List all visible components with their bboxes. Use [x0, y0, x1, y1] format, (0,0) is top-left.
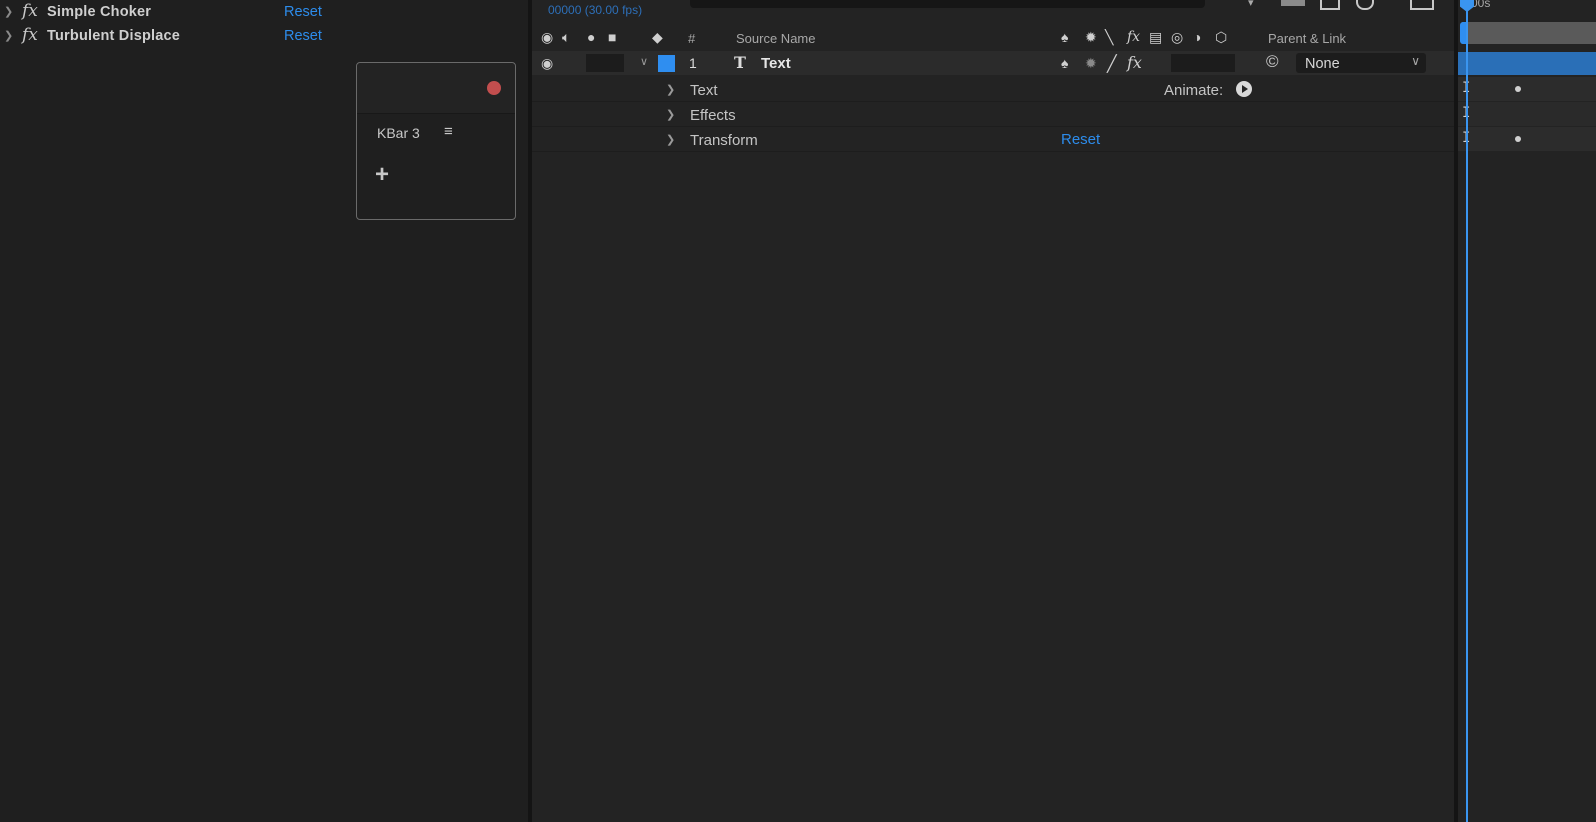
collapse-switch-icon[interactable]: ✹ — [1085, 55, 1097, 72]
audio-icon[interactable]: 🔈︎ — [562, 29, 570, 46]
pickwhip-icon[interactable]: © — [1266, 52, 1279, 72]
expand-chevron-icon[interactable]: ❯ — [4, 29, 13, 42]
animate-label: Animate: — [1164, 82, 1224, 99]
column-parent-link[interactable]: Parent & Link — [1268, 31, 1346, 46]
layer-name[interactable]: Text — [761, 55, 791, 72]
lock-icon[interactable]: ■ — [608, 29, 616, 45]
expand-chevron-icon[interactable]: ❯ — [666, 83, 675, 96]
frame-blend-icon[interactable]: ▤ — [1149, 29, 1162, 46]
expand-chevron-icon[interactable]: ❯ — [4, 5, 13, 18]
draft-3d-icon[interactable] — [1281, 0, 1305, 6]
transform-property-track — [1458, 127, 1596, 151]
layer-switches-block[interactable] — [1171, 54, 1235, 72]
3d-layer-icon[interactable]: ⬡ — [1215, 29, 1227, 46]
effect-name: Turbulent Displace — [47, 28, 181, 44]
timecode-display[interactable]: 00000 (30.00 fps) — [548, 3, 642, 17]
quality-icon[interactable]: ╲ — [1105, 29, 1113, 46]
shy-icon[interactable]: ♠ — [1061, 29, 1068, 45]
effects-property-track — [1458, 102, 1596, 126]
transform-reset-link[interactable]: Reset — [1061, 131, 1100, 148]
effect-row-simple-choker[interactable]: ❯ fx Simple Choker Reset — [0, 1, 528, 25]
reset-link[interactable]: Reset — [284, 28, 322, 44]
eye-icon[interactable]: ◉ — [541, 29, 553, 46]
motion-blur-switch-icon[interactable]: ◎ — [1171, 29, 1183, 46]
solo-icon[interactable]: ● — [587, 29, 595, 45]
keyframe-dot-icon[interactable] — [1515, 136, 1521, 142]
record-indicator-icon — [487, 81, 501, 95]
layer-search-input[interactable] — [690, 0, 1205, 8]
effects-switch-icon[interactable]: fx — [1127, 53, 1142, 72]
kbar-title: KBar 3 — [377, 125, 420, 141]
work-area-bar[interactable] — [1462, 22, 1596, 44]
effect-switch-icon[interactable]: fx — [1127, 29, 1140, 45]
parent-dropdown[interactable]: None ∨ — [1296, 53, 1426, 73]
animate-play-icon[interactable] — [1236, 81, 1252, 97]
expand-chevron-icon[interactable]: ❯ — [666, 133, 675, 146]
kbar-panel: KBar 3 ≡ + — [356, 62, 516, 220]
text-property-track — [1458, 77, 1596, 101]
property-label-text: Text — [690, 82, 718, 99]
effect-row-turbulent-displace[interactable]: ❯ fx Turbulent Displace Reset — [0, 25, 528, 49]
frame-blending-icon[interactable] — [1320, 0, 1340, 10]
column-source-name[interactable]: Source Name — [736, 31, 815, 46]
text-layer-icon: T — [734, 53, 746, 72]
layer-duration-bar[interactable] — [1458, 52, 1596, 75]
keyframe-dot-icon[interactable] — [1515, 86, 1521, 92]
collapse-icon[interactable]: ✹ — [1085, 29, 1097, 46]
quality-switch-icon[interactable]: ╱ — [1107, 54, 1117, 74]
solo-lock-switches[interactable] — [586, 54, 624, 72]
hamburger-menu-icon[interactable]: ≡ — [444, 123, 453, 140]
graph-editor-icon[interactable] — [1410, 0, 1434, 10]
parent-value: None — [1305, 56, 1340, 72]
dropdown-arrow-icon[interactable]: ▾ — [1248, 0, 1254, 9]
effect-name: Simple Choker — [47, 4, 152, 20]
chevron-down-icon: ∨ — [1411, 54, 1420, 68]
adjustment-layer-icon[interactable]: ◑ — [1193, 29, 1201, 45]
playhead-line[interactable] — [1466, 10, 1468, 822]
collapse-chevron-icon[interactable]: ∨ — [640, 55, 648, 68]
property-label-effects: Effects — [690, 107, 736, 124]
layer-number: 1 — [689, 55, 697, 71]
fx-icon[interactable]: fx — [22, 1, 38, 21]
eye-icon[interactable]: ◉ — [541, 55, 553, 72]
expand-chevron-icon[interactable]: ❯ — [666, 108, 675, 121]
label-tag-icon[interactable]: ◆ — [652, 29, 663, 46]
column-number: # — [688, 31, 696, 46]
add-button-icon[interactable]: + — [375, 161, 389, 189]
fx-icon[interactable]: fx — [22, 25, 38, 45]
layer-label-color[interactable] — [658, 55, 675, 72]
shy-switch-icon[interactable]: ♠ — [1061, 55, 1068, 71]
reset-link[interactable]: Reset — [284, 4, 322, 20]
property-label-transform: Transform — [690, 132, 758, 149]
